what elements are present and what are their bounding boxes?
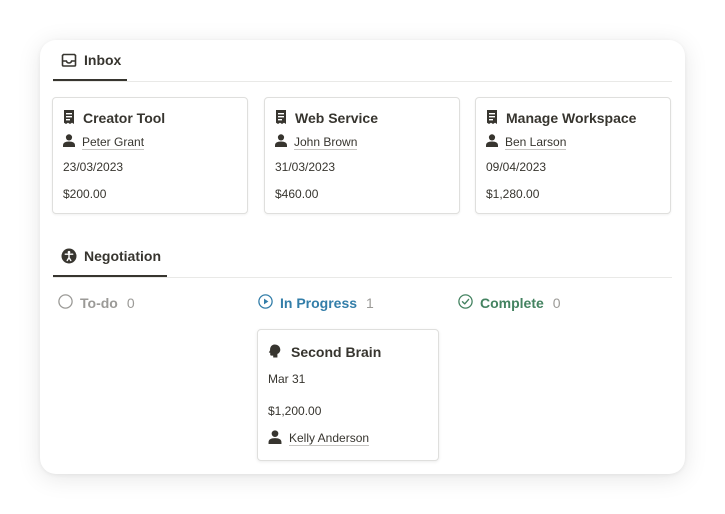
column-label: Complete <box>480 295 544 311</box>
card-amount: $1,280.00 <box>486 187 540 201</box>
person-icon <box>275 134 287 150</box>
receipt-icon <box>63 109 75 127</box>
check-circle-icon <box>458 294 473 312</box>
card-title: Creator Tool <box>83 110 166 126</box>
database-panel: Inbox Creator Tool Peter Grant 23/03/202… <box>40 40 685 474</box>
play-circle-icon <box>258 294 273 312</box>
gallery-card[interactable]: Creator Tool Peter Grant 23/03/2023 $200… <box>52 97 248 214</box>
column-label: In Progress <box>280 295 358 311</box>
card-amount: $200.00 <box>63 187 107 201</box>
brain-icon <box>268 344 281 361</box>
card-person[interactable]: Ben Larson <box>505 135 567 150</box>
column-count: 0 <box>552 295 561 311</box>
person-icon <box>63 134 75 150</box>
card-amount: $460.00 <box>275 187 319 201</box>
negotiation-tabbar: Negotiation <box>53 236 672 278</box>
tab-inbox[interactable]: Inbox <box>53 41 127 81</box>
card-title: Manage Workspace <box>506 110 637 126</box>
column-header-todo[interactable]: To-do 0 <box>58 294 135 312</box>
card-amount: $1,200.00 <box>268 404 322 418</box>
column-header-complete[interactable]: Complete 0 <box>458 294 561 312</box>
column-header-in-progress[interactable]: In Progress 1 <box>258 294 374 312</box>
card-date: 23/03/2023 <box>63 160 124 174</box>
accessibility-icon <box>61 248 77 264</box>
tab-negotiation[interactable]: Negotiation <box>53 237 167 277</box>
column-count: 1 <box>366 295 374 311</box>
person-icon <box>486 134 498 150</box>
card-date: 09/04/2023 <box>486 160 547 174</box>
card-date: Mar 31 <box>268 372 306 386</box>
gallery-card[interactable]: Web Service John Brown 31/03/2023 $460.0… <box>264 97 460 214</box>
card-title: Web Service <box>295 110 379 126</box>
card-person[interactable]: John Brown <box>294 135 358 150</box>
tab-negotiation-label: Negotiation <box>84 248 161 264</box>
card-date: 31/03/2023 <box>275 160 336 174</box>
column-count: 0 <box>126 295 135 311</box>
gallery-card[interactable]: Manage Workspace Ben Larson 09/04/2023 $… <box>475 97 671 214</box>
receipt-icon <box>486 109 498 127</box>
inbox-tabbar: Inbox <box>53 40 672 82</box>
inbox-icon <box>61 52 77 68</box>
person-icon <box>268 429 282 447</box>
board-card[interactable]: Second Brain Mar 31 $1,200.00 Kelly Ande… <box>257 329 439 461</box>
empty-circle-icon <box>58 294 73 312</box>
tab-inbox-label: Inbox <box>84 52 122 68</box>
column-label: To-do <box>80 295 118 311</box>
card-person[interactable]: Peter Grant <box>82 135 145 150</box>
card-title: Second Brain <box>291 344 382 360</box>
receipt-icon <box>275 109 287 127</box>
card-person[interactable]: Kelly Anderson <box>289 431 370 446</box>
